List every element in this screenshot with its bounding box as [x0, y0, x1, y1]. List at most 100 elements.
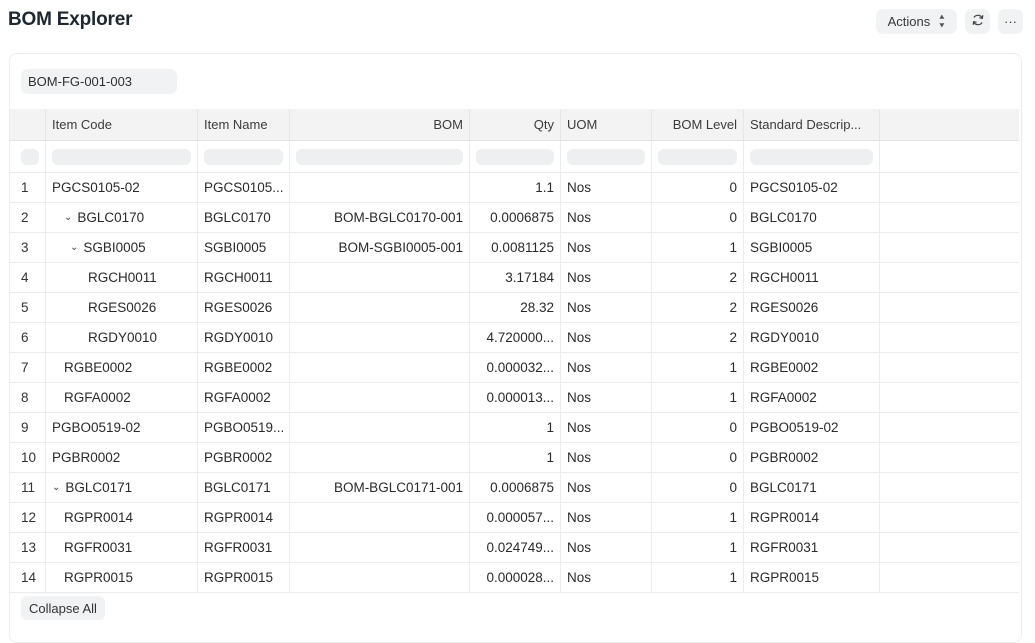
- standard-description-cell[interactable]: RGFA0002: [744, 383, 880, 412]
- standard-description-cell[interactable]: RGPR0015: [744, 563, 880, 592]
- uom-cell[interactable]: Nos: [561, 383, 652, 412]
- bom-level-cell[interactable]: 1: [652, 233, 744, 262]
- bom-cell[interactable]: [290, 383, 470, 412]
- bom-level-cell[interactable]: 2: [652, 323, 744, 352]
- refresh-button[interactable]: [965, 9, 990, 34]
- qty-cell[interactable]: 0.000013...: [470, 383, 561, 412]
- bom-cell[interactable]: BOM-SGBI0005-001: [290, 233, 470, 262]
- item-name-cell[interactable]: PGBR0002: [198, 443, 290, 472]
- bom-cell[interactable]: [290, 353, 470, 382]
- collapse-all-button[interactable]: Collapse All: [21, 596, 105, 620]
- standard-description-cell[interactable]: RGPR0014: [744, 503, 880, 532]
- item-code-cell[interactable]: RGDY0010: [46, 323, 198, 352]
- item-name-cell[interactable]: RGPR0015: [198, 563, 290, 592]
- table-row[interactable]: 1 PGCS0105-02 PGCS0105... 1.1 Nos 0 PGCS0105-0…: [10, 173, 1019, 203]
- bom-cell[interactable]: BOM-BGLC0171-001: [290, 473, 470, 502]
- bom-level-cell[interactable]: 2: [652, 263, 744, 292]
- table-row[interactable]: 3 ⌄ SGBI0005 SGBI0005 BOM-SGBI0005-001 0.0081…: [10, 233, 1019, 263]
- bom-level-cell[interactable]: 1: [652, 353, 744, 382]
- item-code-cell[interactable]: RGPR0014: [46, 503, 198, 532]
- header-uom[interactable]: UOM: [561, 109, 652, 140]
- uom-cell[interactable]: Nos: [561, 443, 652, 472]
- standard-description-cell[interactable]: RGFR0031: [744, 533, 880, 562]
- item-name-cell[interactable]: SGBI0005: [198, 233, 290, 262]
- item-name-cell[interactable]: BGLC0171: [198, 473, 290, 502]
- item-code-cell[interactable]: RGFR0031: [46, 533, 198, 562]
- qty-cell[interactable]: 3.17184: [470, 263, 561, 292]
- bom-level-cell[interactable]: 1: [652, 503, 744, 532]
- qty-cell[interactable]: 0.0081125: [470, 233, 561, 262]
- filter-bom-level[interactable]: [658, 148, 737, 165]
- bom-level-cell[interactable]: 1: [652, 533, 744, 562]
- bom-cell[interactable]: [290, 263, 470, 292]
- item-code-cell[interactable]: RGES0026: [46, 293, 198, 322]
- bom-level-cell[interactable]: 1: [652, 383, 744, 412]
- item-name-cell[interactable]: RGPR0014: [198, 503, 290, 532]
- item-name-cell[interactable]: RGFR0031: [198, 533, 290, 562]
- qty-cell[interactable]: 0.000057...: [470, 503, 561, 532]
- item-code-cell[interactable]: ⌄ SGBI0005: [46, 233, 198, 262]
- uom-cell[interactable]: Nos: [561, 263, 652, 292]
- uom-cell[interactable]: Nos: [561, 533, 652, 562]
- bom-level-cell[interactable]: 0: [652, 413, 744, 442]
- filter-qty[interactable]: [476, 148, 554, 165]
- header-standard-description[interactable]: Standard Descrip...: [744, 109, 880, 140]
- uom-cell[interactable]: Nos: [561, 323, 652, 352]
- table-row[interactable]: 2 ⌄ BGLC0170 BGLC0170 BOM-BGLC0170-001 0.0006…: [10, 203, 1019, 233]
- uom-cell[interactable]: Nos: [561, 233, 652, 262]
- qty-cell[interactable]: 0.000032...: [470, 353, 561, 382]
- bom-cell[interactable]: BOM-BGLC0170-001: [290, 203, 470, 232]
- table-row[interactable]: 6 RGDY0010 RGDY0010 4.720000... Nos 2 RGDY0010: [10, 323, 1019, 353]
- bom-level-cell[interactable]: 0: [652, 443, 744, 472]
- filter-row-number[interactable]: [21, 148, 39, 165]
- uom-cell[interactable]: Nos: [561, 473, 652, 502]
- item-code-cell[interactable]: PGBR0002: [46, 443, 198, 472]
- uom-cell[interactable]: Nos: [561, 293, 652, 322]
- actions-button[interactable]: Actions ⯅ ⯆: [876, 9, 957, 34]
- bom-level-cell[interactable]: 0: [652, 173, 744, 202]
- item-name-cell[interactable]: BGLC0170: [198, 203, 290, 232]
- bom-select-field[interactable]: BOM-FG-001-003: [21, 69, 177, 94]
- qty-cell[interactable]: 1.1: [470, 173, 561, 202]
- table-row[interactable]: 10 PGBR0002 PGBR0002 1 Nos 0 PGBR0002: [10, 443, 1019, 473]
- table-row[interactable]: 5 RGES0026 RGES0026 28.32 Nos 2 RGES0026: [10, 293, 1019, 323]
- item-name-cell[interactable]: RGES0026: [198, 293, 290, 322]
- item-name-cell[interactable]: PGCS0105...: [198, 173, 290, 202]
- standard-description-cell[interactable]: RGES0026: [744, 293, 880, 322]
- bom-level-cell[interactable]: 0: [652, 203, 744, 232]
- chevron-down-icon[interactable]: ⌄: [70, 242, 78, 253]
- bom-level-cell[interactable]: 1: [652, 563, 744, 592]
- item-name-cell[interactable]: RGBE0002: [198, 353, 290, 382]
- header-bom[interactable]: BOM: [290, 109, 470, 140]
- item-code-cell[interactable]: RGCH0011: [46, 263, 198, 292]
- table-row[interactable]: 7 RGBE0002 RGBE0002 0.000032... Nos 1 RGBE0002: [10, 353, 1019, 383]
- item-code-cell[interactable]: RGPR0015: [46, 563, 198, 592]
- header-item-code[interactable]: Item Code: [46, 109, 198, 140]
- bom-cell[interactable]: [290, 563, 470, 592]
- bom-cell[interactable]: [290, 293, 470, 322]
- item-name-cell[interactable]: RGDY0010: [198, 323, 290, 352]
- standard-description-cell[interactable]: PGBO0519-02: [744, 413, 880, 442]
- table-row[interactable]: 9 PGBO0519-02 PGBO0519... 1 Nos 0 PGBO0519-02: [10, 413, 1019, 443]
- table-row[interactable]: 4 RGCH0011 RGCH0011 3.17184 Nos 2 RGCH0011: [10, 263, 1019, 293]
- uom-cell[interactable]: Nos: [561, 173, 652, 202]
- bom-cell[interactable]: [290, 413, 470, 442]
- item-code-cell[interactable]: PGCS0105-02: [46, 173, 198, 202]
- qty-cell[interactable]: 1: [470, 413, 561, 442]
- item-code-cell[interactable]: PGBO0519-02: [46, 413, 198, 442]
- qty-cell[interactable]: 0.000028...: [470, 563, 561, 592]
- table-row[interactable]: 11 ⌄ BGLC0171 BGLC0171 BOM-BGLC0171-001 0.000…: [10, 473, 1019, 503]
- chevron-down-icon[interactable]: ⌄: [64, 212, 72, 223]
- uom-cell[interactable]: Nos: [561, 353, 652, 382]
- header-qty[interactable]: Qty: [470, 109, 561, 140]
- uom-cell[interactable]: Nos: [561, 563, 652, 592]
- filter-item-code[interactable]: [52, 148, 191, 165]
- item-name-cell[interactable]: PGBO0519...: [198, 413, 290, 442]
- filter-item-name[interactable]: [204, 148, 283, 165]
- standard-description-cell[interactable]: SGBI0005: [744, 233, 880, 262]
- more-button[interactable]: ···: [998, 9, 1023, 34]
- uom-cell[interactable]: Nos: [561, 503, 652, 532]
- standard-description-cell[interactable]: BGLC0170: [744, 203, 880, 232]
- qty-cell[interactable]: 4.720000...: [470, 323, 561, 352]
- standard-description-cell[interactable]: PGCS0105-02: [744, 173, 880, 202]
